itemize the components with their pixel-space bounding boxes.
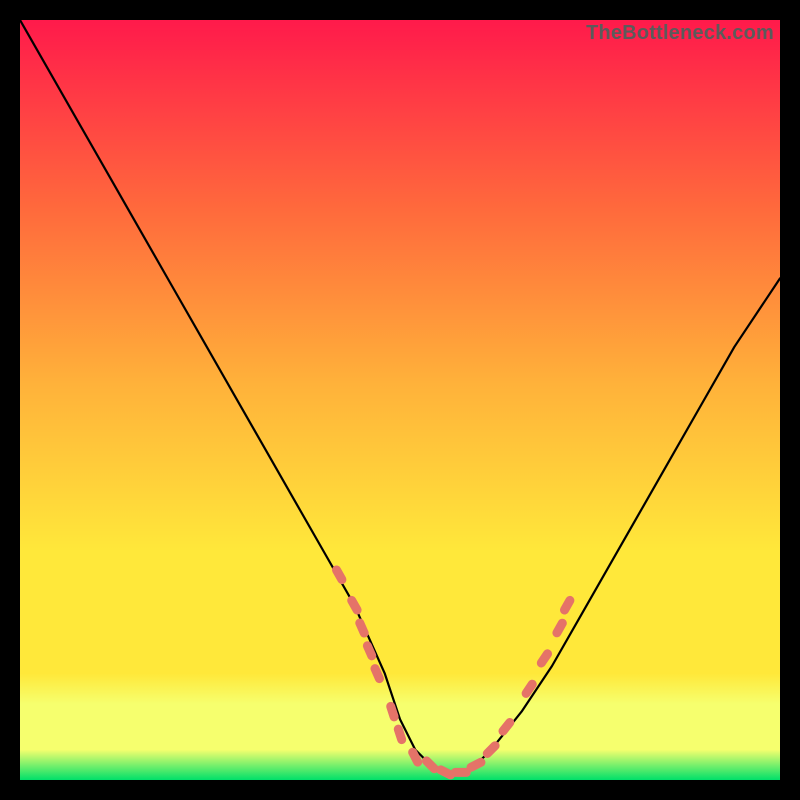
curve-marker: [441, 770, 451, 775]
curve-marker: [337, 570, 342, 580]
curve-marker: [360, 623, 364, 633]
curve-marker: [413, 752, 418, 762]
curve-marker: [565, 600, 570, 610]
gradient-bg: [20, 20, 780, 780]
bottleneck-chart: [20, 20, 780, 780]
chart-frame: TheBottleneck.com: [20, 20, 780, 780]
curve-marker: [503, 723, 510, 732]
curve-marker: [375, 669, 379, 679]
curve-marker: [471, 762, 481, 767]
curve-marker: [367, 646, 371, 656]
curve-marker: [391, 706, 394, 716]
curve-marker: [352, 600, 357, 610]
curve-marker: [526, 684, 532, 693]
curve-marker: [427, 761, 435, 769]
curve-marker: [398, 729, 401, 739]
curve-marker: [557, 623, 562, 633]
curve-marker: [541, 654, 547, 663]
curve-marker: [487, 746, 495, 754]
